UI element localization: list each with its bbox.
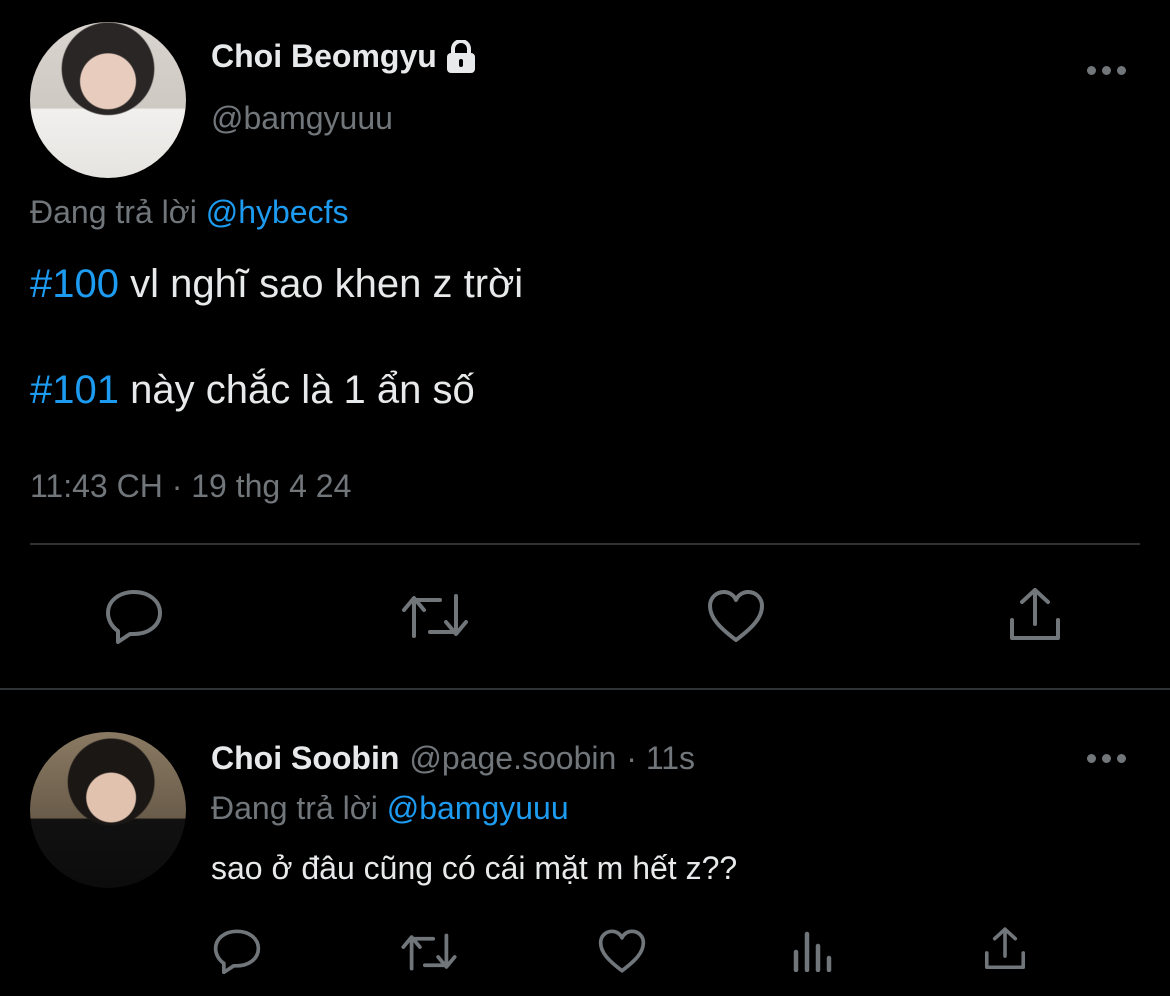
author-display-name[interactable]: Choi Beomgyu xyxy=(211,38,437,75)
retweet-icon[interactable] xyxy=(400,590,470,642)
like-icon[interactable] xyxy=(706,588,766,644)
author-handle[interactable]: @bamgyuuu xyxy=(211,100,393,137)
reply-more-options-icon[interactable] xyxy=(1087,754,1126,763)
share-icon[interactable] xyxy=(982,926,1028,972)
tweet-line-1: #100 vl nghĩ sao khen z trời xyxy=(30,262,523,307)
tweet-timestamp[interactable]: 11:43 CH · 19 thg 4 24 xyxy=(30,468,351,505)
reply-author-display-name[interactable]: Choi Soobin xyxy=(211,740,399,777)
reply-icon[interactable] xyxy=(104,588,164,644)
lock-icon xyxy=(445,39,477,74)
reply-replying-to: Đang trả lời @bamgyuuu xyxy=(211,790,569,827)
analytics-icon[interactable] xyxy=(792,930,834,972)
tweet-text: vl nghĩ sao khen z trời xyxy=(118,262,524,306)
divider xyxy=(30,543,1140,545)
divider xyxy=(0,688,1170,690)
reply-header: Choi Soobin @page.soobin · 11s xyxy=(211,740,695,777)
reply-author-avatar[interactable] xyxy=(30,732,186,888)
replying-to-label: Đang trả lời xyxy=(211,790,378,826)
retweet-icon[interactable] xyxy=(400,930,458,974)
replying-to-handle[interactable]: @hybecfs xyxy=(206,194,349,230)
tweet-text: này chắc là 1 ẩn số xyxy=(118,368,475,412)
tweet-line-2: #101 này chắc là 1 ẩn số xyxy=(30,368,475,413)
replying-to: Đang trả lời @hybecfs xyxy=(30,194,348,231)
replying-to-handle[interactable]: @bamgyuuu xyxy=(387,790,569,826)
hashtag-link[interactable]: #101 xyxy=(30,368,119,412)
reply-icon[interactable] xyxy=(212,928,262,974)
reply-author-handle[interactable]: @page.soobin xyxy=(409,740,616,777)
more-options-icon[interactable] xyxy=(1087,66,1126,75)
reply-time[interactable]: · 11s xyxy=(626,740,695,777)
replying-to-label: Đang trả lời xyxy=(30,194,197,230)
author-avatar[interactable] xyxy=(30,22,186,178)
hashtag-link[interactable]: #100 xyxy=(30,262,119,306)
share-icon[interactable] xyxy=(1006,586,1064,644)
author-name-row: Choi Beomgyu xyxy=(211,38,477,75)
reply-text: sao ở đâu cũng có cái mặt m hết z?? xyxy=(211,850,738,886)
like-icon[interactable] xyxy=(597,928,647,974)
